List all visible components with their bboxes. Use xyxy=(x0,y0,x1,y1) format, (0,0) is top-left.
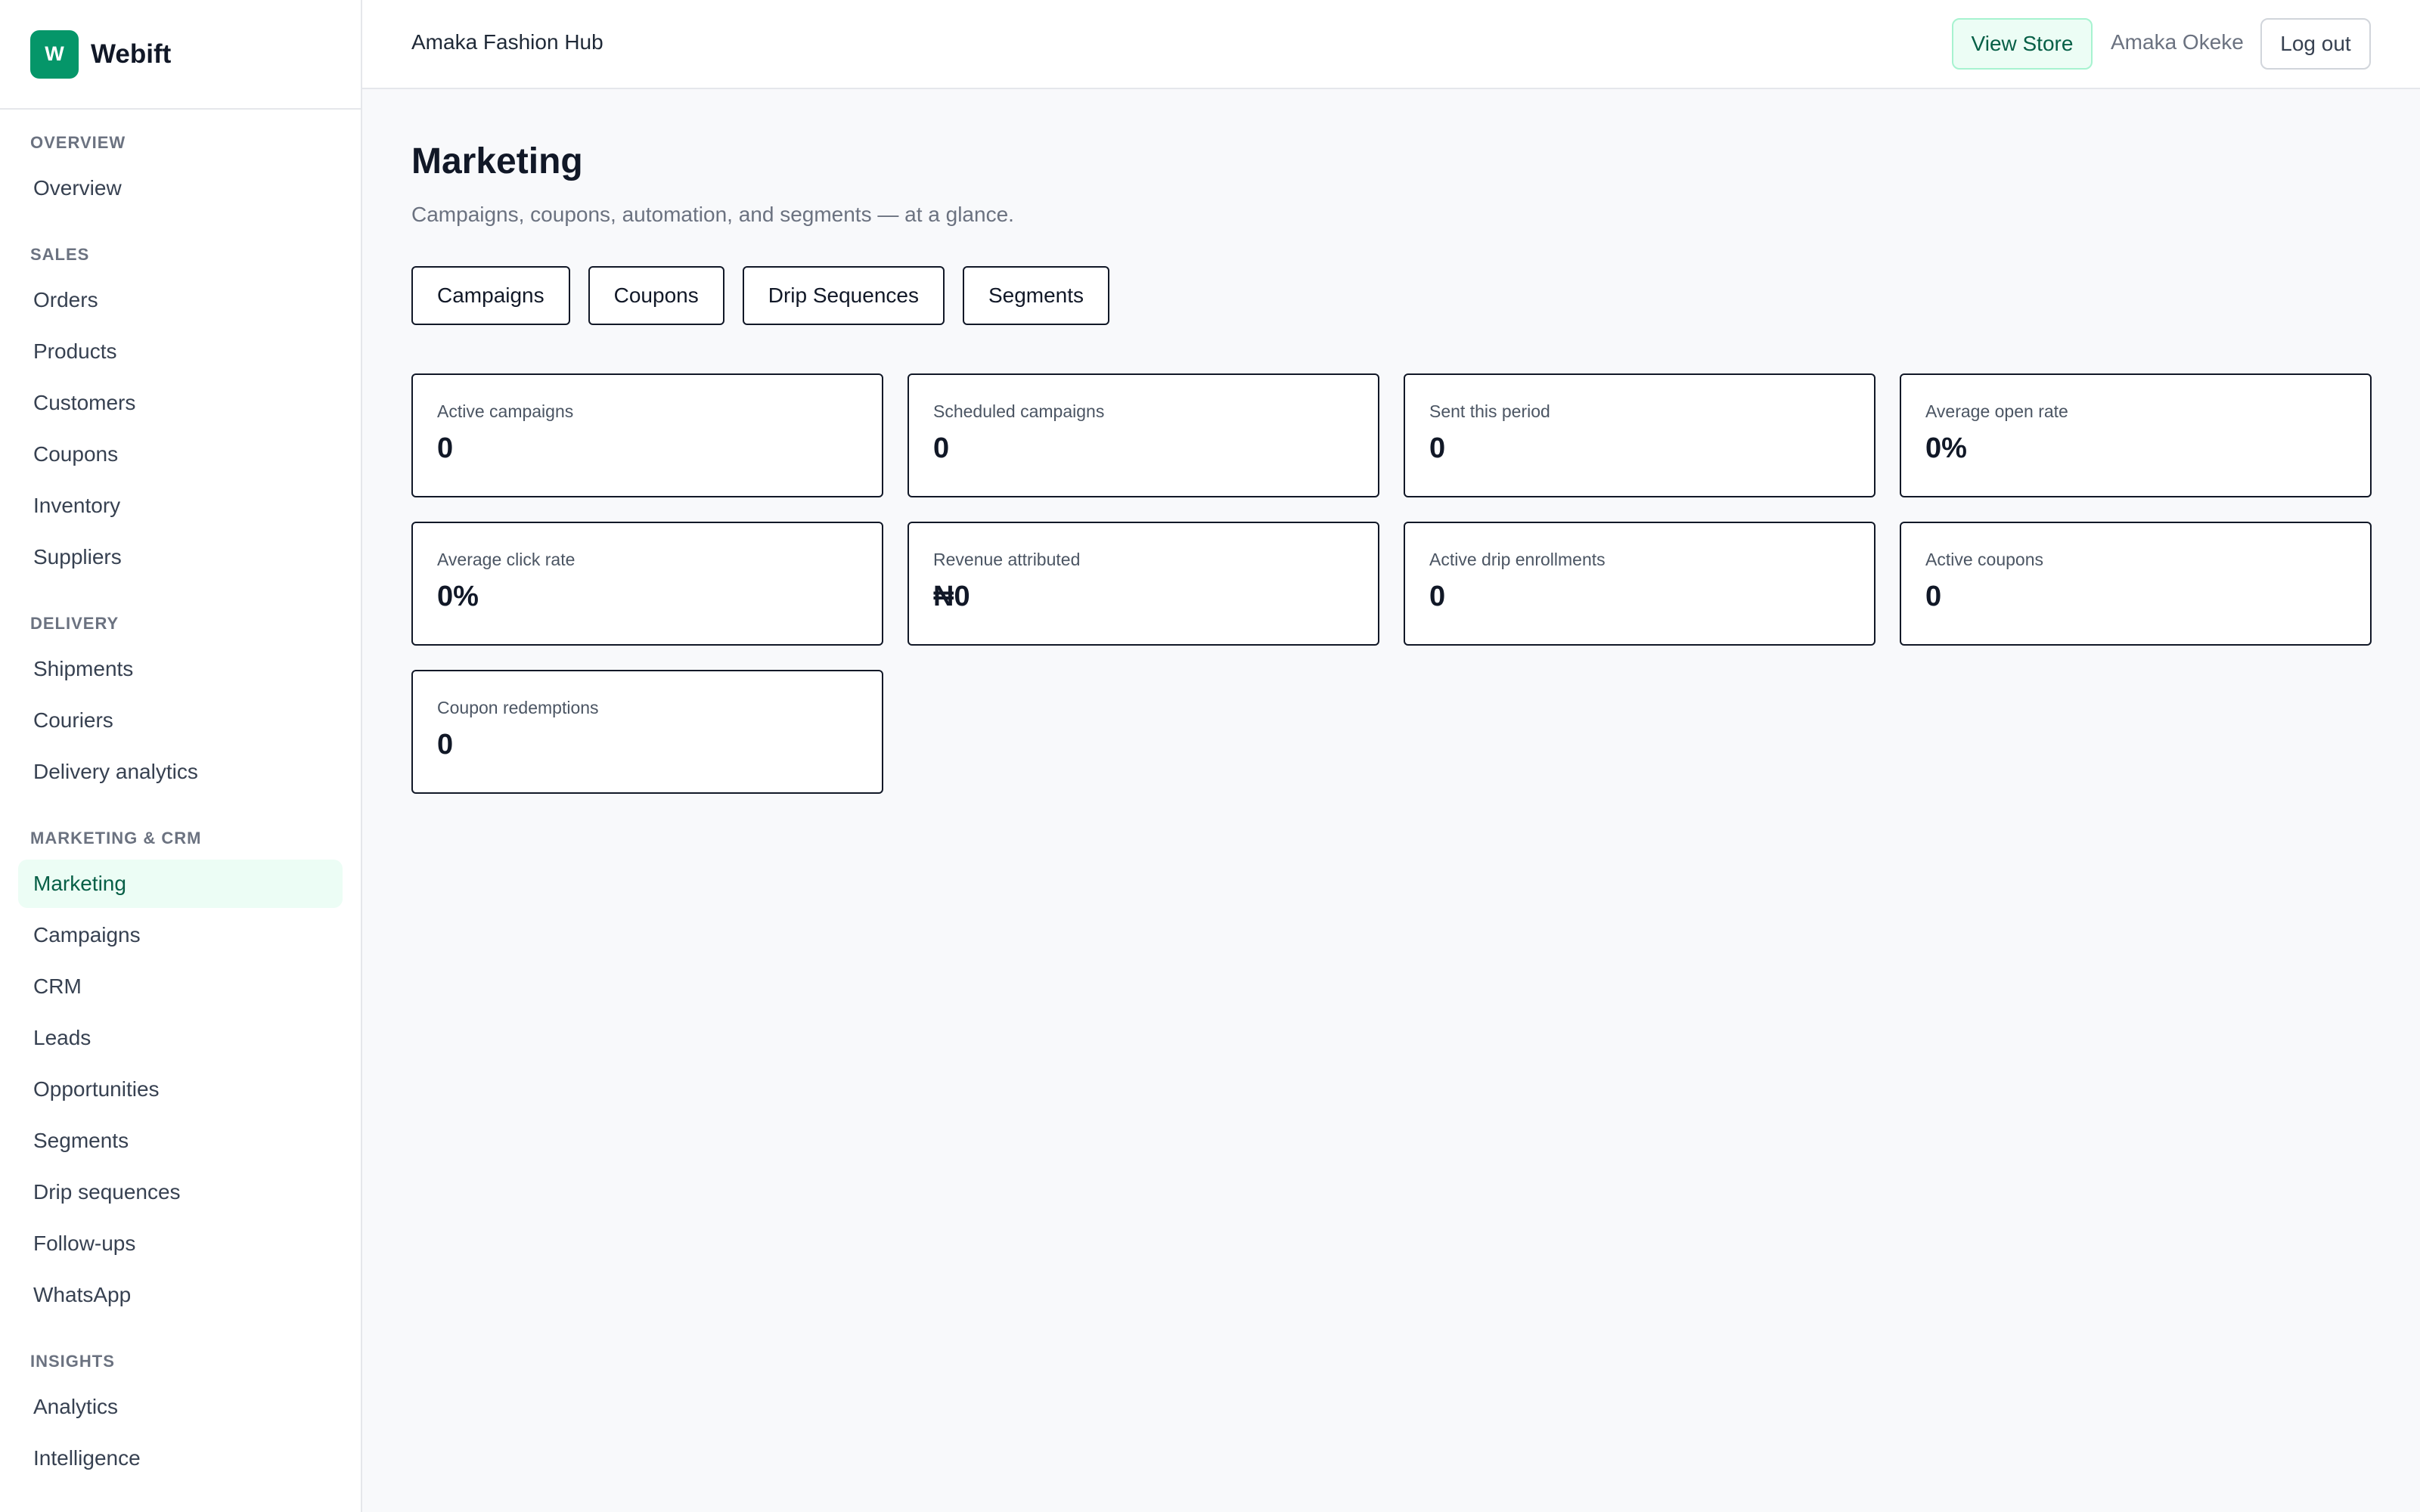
stat-card-scheduled-campaigns: Scheduled campaigns 0 xyxy=(908,373,1379,497)
stat-label: Active coupons xyxy=(1925,550,2043,569)
sidebar-item-overview[interactable]: Overview xyxy=(18,164,343,212)
stat-value: 0 xyxy=(437,432,454,464)
sidebar-item-follow-ups[interactable]: Follow-ups xyxy=(18,1219,343,1268)
stat-label: Revenue attributed xyxy=(933,550,1081,569)
stat-value: 0 xyxy=(1429,432,1446,464)
stat-card-average-click-rate: Average click rate 0% xyxy=(411,522,883,646)
stat-label: Sent this period xyxy=(1429,401,1550,421)
sidebar-item-analytics[interactable]: Analytics xyxy=(18,1383,343,1431)
sidebar-item-opportunities[interactable]: Opportunities xyxy=(18,1065,343,1114)
sidebar-item-inventory[interactable]: Inventory xyxy=(18,482,343,530)
brand-name[interactable]: Webift xyxy=(91,39,171,70)
stat-value: 0 xyxy=(437,729,454,761)
main-content: Marketing Campaigns, coupons, automation… xyxy=(411,89,2372,794)
sidebar-item-products[interactable]: Products xyxy=(18,327,343,376)
stat-value: ₦0 xyxy=(933,581,970,612)
nav-section-delivery: DELIVERY xyxy=(30,614,119,633)
user-name: Amaka Okeke xyxy=(2111,30,2244,54)
stat-card-revenue-attributed: Revenue attributed ₦0 xyxy=(908,522,1379,646)
stat-card-active-drip-enrollments: Active drip enrollments 0 xyxy=(1404,522,1876,646)
stat-card-active-coupons: Active coupons 0 xyxy=(1900,522,2372,646)
stat-label: Active drip enrollments xyxy=(1429,550,1606,569)
sidebar-item-customers[interactable]: Customers xyxy=(18,379,343,427)
stat-label: Average click rate xyxy=(437,550,576,569)
page-subtitle: Campaigns, coupons, automation, and segm… xyxy=(411,203,1014,226)
sidebar-item-orders[interactable]: Orders xyxy=(18,276,343,324)
nav-section-marketing-and-crm: MARKETING & CRM xyxy=(30,829,202,847)
nav-section-overview: OVERVIEW xyxy=(30,133,126,152)
sidebar-item-suppliers[interactable]: Suppliers xyxy=(18,533,343,581)
sidebar-item-segments[interactable]: Segments xyxy=(18,1117,343,1165)
sidebar-item-crm[interactable]: CRM xyxy=(18,962,343,1011)
marketing-tabs: Campaigns Coupons Drip Sequences Segments xyxy=(411,266,2372,325)
sidebar-item-delivery-analytics[interactable]: Delivery analytics xyxy=(18,748,343,796)
sidebar-item-intelligence[interactable]: Intelligence xyxy=(18,1434,343,1483)
stat-value: 0 xyxy=(1925,581,1942,612)
top-bar: Amaka Fashion Hub View Store Amaka Okeke… xyxy=(362,0,2420,89)
tab-campaigns[interactable]: Campaigns xyxy=(411,266,570,325)
tab-coupons[interactable]: Coupons xyxy=(588,266,724,325)
sidebar: W Webift OVERVIEW Overview SALES Orders Prod… xyxy=(0,0,362,1512)
stat-card-active-campaigns: Active campaigns 0 xyxy=(411,373,883,497)
stat-label: Scheduled campaigns xyxy=(933,401,1105,421)
stat-card-coupon-redemptions: Coupon redemptions 0 xyxy=(411,670,883,794)
stats-grid: Active campaigns 0 Scheduled campaigns 0 Sen… xyxy=(411,373,2372,794)
sidebar-item-whatsapp[interactable]: WhatsApp xyxy=(18,1271,343,1319)
sidebar-item-drip-sequences[interactable]: Drip sequences xyxy=(18,1168,343,1216)
tab-segments[interactable]: Segments xyxy=(962,266,1110,325)
sidebar-nav: OVERVIEW Overview SALES Orders Products Custo… xyxy=(0,110,361,1483)
stat-card-sent-this-period: Sent this period 0 xyxy=(1404,373,1876,497)
store-name: Amaka Fashion Hub xyxy=(411,30,603,54)
brand-header: W Webift xyxy=(0,0,361,110)
sidebar-item-couriers[interactable]: Couriers xyxy=(18,696,343,745)
tab-drip-sequences[interactable]: Drip Sequences xyxy=(742,266,945,325)
stat-label: Coupon redemptions xyxy=(437,698,599,717)
stat-value: 0 xyxy=(933,432,950,464)
sidebar-item-campaigns[interactable]: Campaigns xyxy=(18,911,343,959)
sidebar-item-shipments[interactable]: Shipments xyxy=(18,645,343,693)
sidebar-item-coupons[interactable]: Coupons xyxy=(18,430,343,479)
stat-card-average-open-rate: Average open rate 0% xyxy=(1900,373,2372,497)
stat-value: 0% xyxy=(437,581,479,612)
stat-value: 0 xyxy=(1429,581,1446,612)
stat-value: 0% xyxy=(1925,432,1967,464)
page-title: Marketing xyxy=(411,141,583,181)
sidebar-item-marketing[interactable]: Marketing xyxy=(18,860,343,908)
logout-button[interactable]: Log out xyxy=(2260,18,2371,70)
stat-label: Active campaigns xyxy=(437,401,574,421)
nav-section-insights: INSIGHTS xyxy=(30,1352,115,1371)
stat-label: Average open rate xyxy=(1925,401,2068,421)
brand-logo[interactable]: W xyxy=(30,29,79,79)
view-store-button[interactable]: View Store xyxy=(1952,18,2093,70)
sidebar-item-leads[interactable]: Leads xyxy=(18,1014,343,1062)
nav-section-sales: SALES xyxy=(30,245,90,264)
